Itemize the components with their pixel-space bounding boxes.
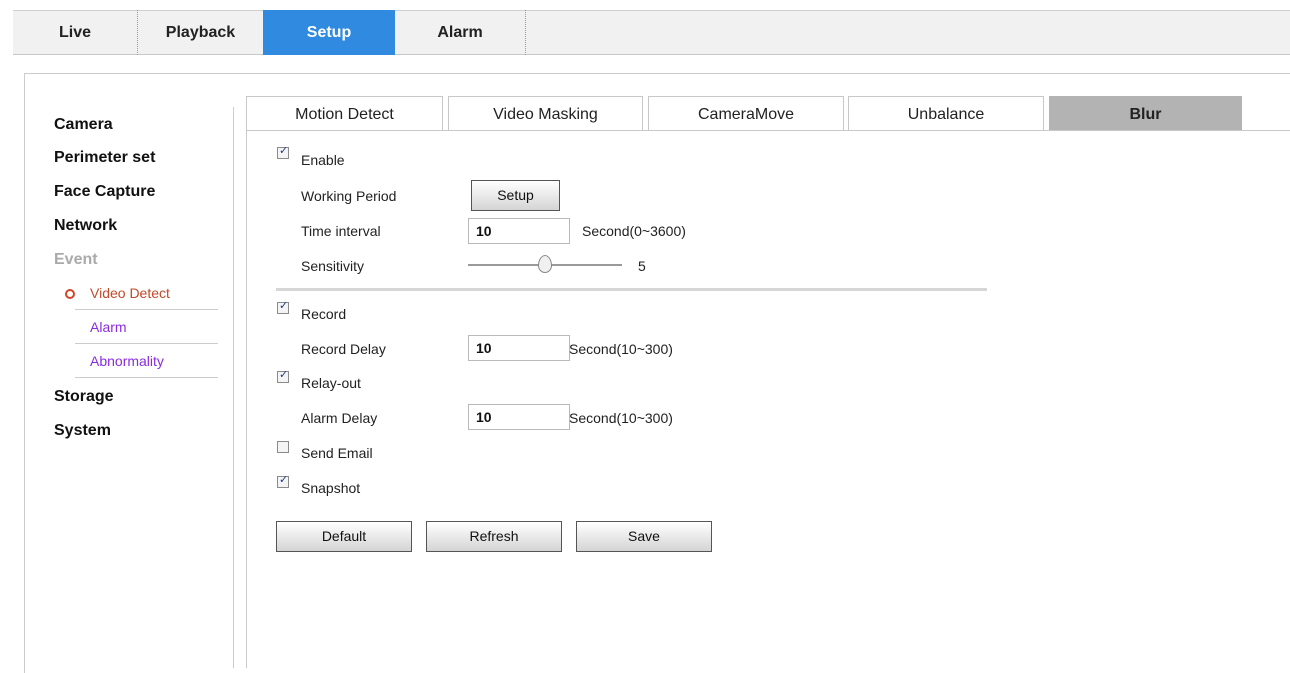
tab-setup[interactable]: Setup [263,10,395,55]
time-interval-input[interactable] [468,218,570,244]
refresh-button[interactable]: Refresh [426,521,562,552]
sensitivity-value: 5 [638,258,646,274]
relay-out-label: Relay-out [301,375,361,391]
section-separator [276,288,987,291]
record-delay-input[interactable] [468,335,570,361]
record-delay-label: Record Delay [301,341,386,357]
time-interval-label: Time interval [301,223,381,239]
enable-label: Enable [301,152,345,168]
working-period-setup-button[interactable]: Setup [471,180,560,211]
time-interval-unit: Second(0~3600) [582,223,686,239]
subtab-camera-move[interactable]: CameraMove [648,96,844,131]
record-label: Record [301,306,347,322]
sidebar-divider [233,107,234,668]
send-email-checkbox[interactable] [277,441,289,453]
snapshot-checkbox[interactable] [277,473,289,488]
sensitivity-label: Sensitivity [301,258,365,274]
working-period-label: Working Period [301,188,397,204]
tab-alarm[interactable]: Alarm [395,10,525,55]
top-navigation: Live Playback Setup Alarm [13,10,1290,55]
sidebar-subitem-label: Video Detect [90,285,170,301]
record-checkbox[interactable] [277,299,289,314]
sidebar-item-event[interactable]: Event [54,251,98,269]
default-button[interactable]: Default [276,521,412,552]
subtab-motion-detect[interactable]: Motion Detect [246,96,443,131]
sidebar-subitem-alarm[interactable]: Alarm [75,311,218,344]
sidebar-subitem-video-detect[interactable]: Video Detect [65,277,218,310]
active-dot-icon [65,289,75,299]
subtab-blur[interactable]: Blur [1049,96,1242,131]
tab-playback[interactable]: Playback [138,10,263,55]
tab-separator [525,10,526,55]
sidebar-item-perimeter-set[interactable]: Perimeter set [54,149,155,167]
sidebar-item-storage[interactable]: Storage [54,388,114,406]
alarm-delay-unit: Second(10~300) [569,410,673,426]
sidebar-subitem-abnormality[interactable]: Abnormality [75,345,218,378]
enable-checkbox[interactable] [277,144,289,159]
alarm-delay-input[interactable] [468,404,570,430]
sidebar-item-camera[interactable]: Camera [54,116,113,134]
record-delay-unit: Second(10~300) [569,341,673,357]
sidebar-item-face-capture[interactable]: Face Capture [54,183,155,201]
sidebar-subitem-label: Alarm [90,319,127,335]
sensitivity-slider-thumb[interactable] [538,255,552,273]
save-button[interactable]: Save [576,521,712,552]
relay-out-checkbox[interactable] [277,368,289,383]
alarm-delay-label: Alarm Delay [301,410,378,426]
content-divider [246,96,247,668]
sidebar-subitem-label: Abnormality [90,353,164,369]
subtab-unbalance[interactable]: Unbalance [848,96,1044,131]
send-email-label: Send Email [301,445,373,461]
sidebar-item-system[interactable]: System [54,422,111,440]
subtab-video-masking[interactable]: Video Masking [448,96,643,131]
subtab-baseline [246,130,1290,131]
snapshot-label: Snapshot [301,480,361,496]
tab-live[interactable]: Live [13,10,137,55]
sidebar-item-network[interactable]: Network [54,217,117,235]
